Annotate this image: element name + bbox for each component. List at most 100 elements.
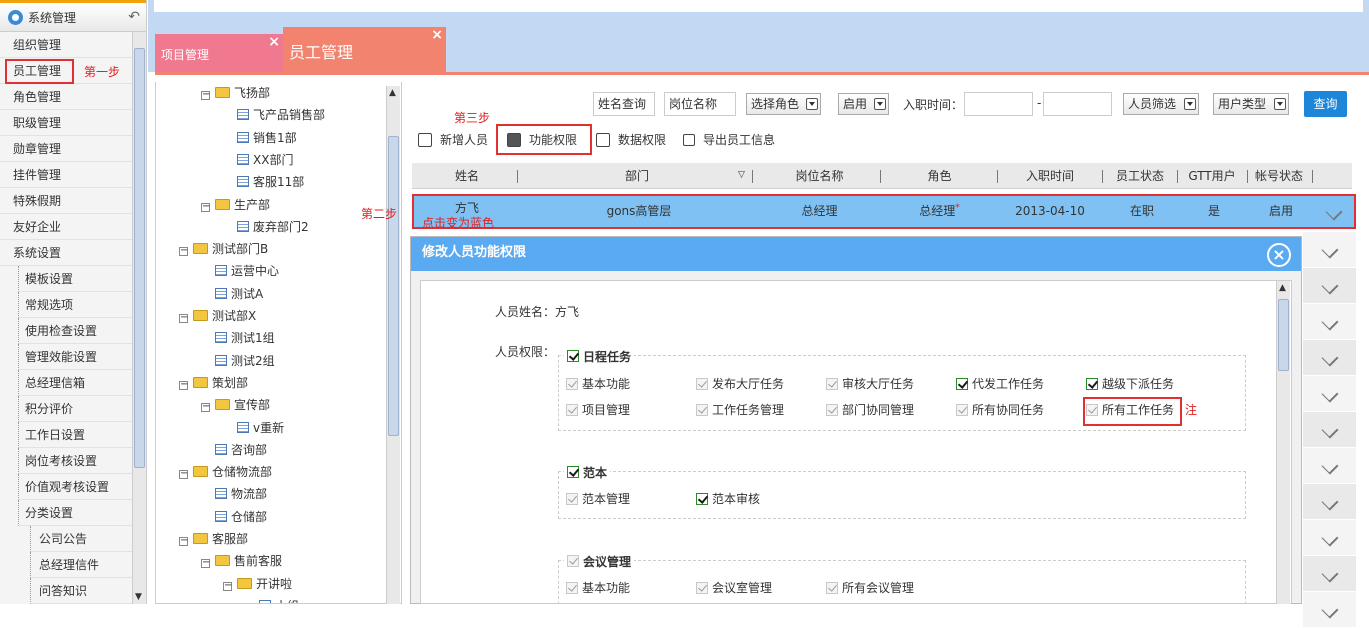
select-role-dropdown[interactable]: 选择角色 xyxy=(746,93,821,115)
nav-item-org[interactable]: 组织管理 xyxy=(0,32,146,58)
group-meeting-title[interactable]: 会议管理 xyxy=(564,552,635,570)
edit-icon[interactable] xyxy=(1321,277,1338,294)
nav-item-holiday[interactable]: 特殊假期 xyxy=(0,188,146,214)
nav-item-medal[interactable]: 勋章管理 xyxy=(0,136,146,162)
edit-icon[interactable] xyxy=(1321,529,1338,546)
nav-sub-category[interactable]: 分类设置 xyxy=(18,500,146,526)
edit-cell[interactable] xyxy=(1303,340,1356,376)
collapse-icon[interactable]: − xyxy=(201,201,210,212)
tree-node[interactable]: − 宣传部 xyxy=(201,394,270,416)
perm-template-review[interactable]: 范本审核 xyxy=(696,490,760,508)
checkbox[interactable] xyxy=(567,350,579,362)
perm-project[interactable]: 项目管理 xyxy=(566,401,630,419)
nav-sub-workday[interactable]: 工作日设置 xyxy=(18,422,146,448)
modal-scrollbar[interactable]: ▲ xyxy=(1276,281,1290,604)
nav-sub-values[interactable]: 价值观考核设置 xyxy=(18,474,146,500)
group-template-title[interactable]: 范本 xyxy=(564,463,611,481)
nav-item-rank[interactable]: 职级管理 xyxy=(0,110,146,136)
checkbox[interactable] xyxy=(956,404,968,416)
tree-node[interactable]: 咨询部 xyxy=(215,439,267,461)
checkbox[interactable] xyxy=(696,582,708,594)
perm-review-hall[interactable]: 审核大厅任务 xyxy=(826,375,914,393)
edit-cell[interactable] xyxy=(1303,556,1356,592)
col-status[interactable]: 员工状态 xyxy=(1108,163,1172,189)
tree-node[interactable]: v重新 xyxy=(237,417,284,439)
tree-node[interactable]: − 售前客服 xyxy=(201,550,282,572)
edit-cell[interactable] xyxy=(1303,412,1356,448)
tree-node[interactable]: 物流部 xyxy=(215,483,267,505)
col-gtt[interactable]: GTT用户 xyxy=(1182,163,1242,189)
collapse-icon[interactable]: − xyxy=(179,469,188,480)
back-icon[interactable]: ↶ xyxy=(128,9,140,25)
collapse-icon[interactable]: − xyxy=(179,313,188,323)
close-icon[interactable]: × xyxy=(268,34,280,50)
enabled-dropdown[interactable]: 启用 xyxy=(838,93,889,115)
collapse-icon[interactable]: − xyxy=(179,379,188,390)
col-role[interactable]: 角色 xyxy=(892,163,987,189)
col-account[interactable]: 帐号状态 xyxy=(1250,163,1308,189)
tree-node[interactable]: 销售1部 xyxy=(237,127,297,149)
perm-basic[interactable]: 基本功能 xyxy=(566,375,630,393)
group-schedule-title[interactable]: 日程任务 xyxy=(564,347,635,365)
edit-cell[interactable] xyxy=(1303,592,1356,628)
table-row[interactable]: 方飞 gons高管层 总经理 总经理* 2013-04-10 在职 是 启用 点… xyxy=(412,194,1356,230)
tree-scroll-thumb[interactable] xyxy=(388,136,399,436)
nav-sub-assessment[interactable]: 岗位考核设置 xyxy=(18,448,146,474)
nav-item-role[interactable]: 角色管理 xyxy=(0,84,146,110)
scroll-up-icon[interactable]: ▲ xyxy=(1279,283,1286,293)
checkbox[interactable] xyxy=(956,378,968,390)
user-type-dropdown[interactable]: 用户类型 xyxy=(1213,93,1289,115)
checkbox[interactable] xyxy=(566,404,578,416)
nav-item-partner[interactable]: 友好企业 xyxy=(0,214,146,240)
collapse-icon[interactable]: − xyxy=(179,246,188,257)
nav-scroll-thumb[interactable] xyxy=(134,48,145,468)
checkbox[interactable] xyxy=(696,378,708,390)
nav-sub-general[interactable]: 常规选项 xyxy=(18,292,146,318)
perm-meeting-basic[interactable]: 基本功能 xyxy=(566,579,630,597)
edit-cell[interactable] xyxy=(1303,268,1356,304)
tree-node[interactable]: − 仓储物流部 xyxy=(179,461,272,483)
nav-sub2-notice[interactable]: 公司公告 xyxy=(30,526,146,552)
add-person-button[interactable]: 新增人员 xyxy=(418,130,488,150)
export-button[interactable]: 导出员工信息 xyxy=(683,130,775,150)
checkbox[interactable] xyxy=(696,404,708,416)
edit-cell[interactable] xyxy=(1303,520,1356,556)
join-end-input[interactable] xyxy=(1043,92,1112,116)
edit-cell[interactable] xyxy=(1303,232,1356,268)
tab-project[interactable]: 项目管理 × xyxy=(155,34,283,72)
checkbox[interactable] xyxy=(826,404,838,416)
checkbox[interactable] xyxy=(566,378,578,390)
tree-node[interactable]: 飞产品销售部 xyxy=(237,104,325,126)
edit-icon[interactable] xyxy=(1321,385,1338,402)
nav-sub-usage[interactable]: 使用检查设置 xyxy=(18,318,146,344)
tree-node[interactable]: 客服11部 xyxy=(237,171,304,193)
edit-cell[interactable] xyxy=(1303,484,1356,520)
join-start-input[interactable] xyxy=(964,92,1033,116)
tree-node[interactable]: − 策划部 xyxy=(179,372,248,394)
scroll-up-icon[interactable]: ▲ xyxy=(389,88,396,98)
tree-node[interactable]: 运营中心 xyxy=(215,260,279,282)
perm-meeting-room[interactable]: 会议室管理 xyxy=(696,579,772,597)
nav-scrollbar[interactable]: ▼ xyxy=(132,32,146,604)
edit-cell[interactable] xyxy=(1303,448,1356,484)
tree-node[interactable]: 测试A xyxy=(215,283,263,305)
modal-scroll-thumb[interactable] xyxy=(1278,299,1289,371)
edit-icon[interactable] xyxy=(1321,457,1338,474)
collapse-icon[interactable]: − xyxy=(201,558,210,569)
checkbox[interactable] xyxy=(1086,378,1098,390)
close-icon[interactable]: × xyxy=(1267,243,1291,267)
edit-cell[interactable] xyxy=(1303,376,1356,412)
perm-meeting-all[interactable]: 所有会议管理 xyxy=(826,579,914,597)
perm-dept-collab[interactable]: 部门协同管理 xyxy=(826,401,914,419)
tree-node[interactable]: 小组 xyxy=(259,595,299,603)
nav-sub-template[interactable]: 模板设置 xyxy=(18,266,146,292)
scroll-down-icon[interactable]: ▼ xyxy=(135,592,142,602)
tree-node[interactable]: 仓储部 xyxy=(215,506,267,528)
checkbox[interactable] xyxy=(696,493,708,505)
edit-icon[interactable] xyxy=(1325,203,1343,221)
nav-sub-efficiency[interactable]: 管理效能设置 xyxy=(18,344,146,370)
edit-icon[interactable] xyxy=(1321,349,1338,366)
perm-proxy-task[interactable]: 代发工作任务 xyxy=(956,375,1044,393)
nav-sub-points[interactable]: 积分评价 xyxy=(18,396,146,422)
tree-node[interactable]: XX部门 xyxy=(237,149,293,171)
